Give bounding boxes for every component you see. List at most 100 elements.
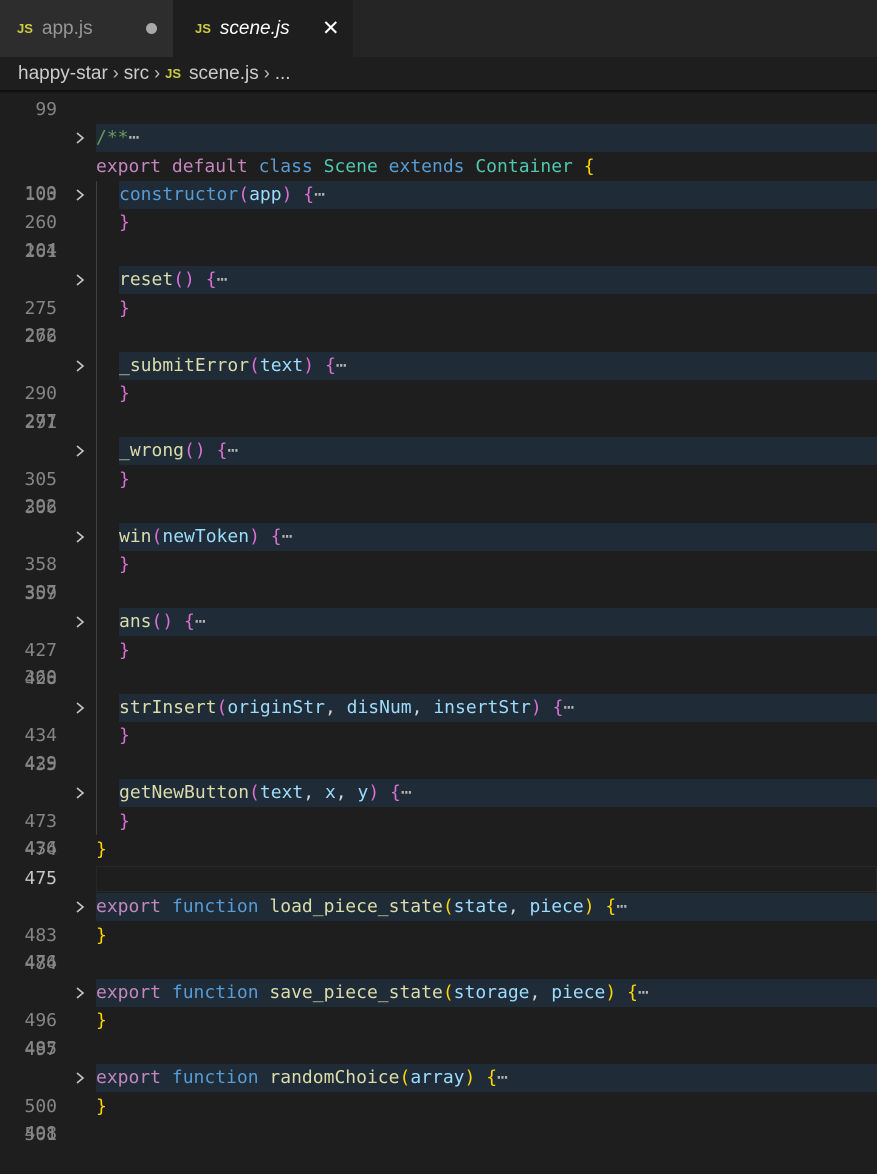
code-line: 483} <box>0 922 877 950</box>
breadcrumb-folder-happy-star[interactable]: happy-star <box>18 63 108 85</box>
function-name-token: randomChoice <box>269 1067 400 1088</box>
code-line: 292 _wrong() {⋯ <box>0 437 877 517</box>
fold-ellipsis-icon[interactable]: ⋯ <box>616 896 627 917</box>
fold-chevron-icon[interactable] <box>72 352 88 380</box>
breadcrumb-symbol-ellipsis[interactable]: ... <box>275 63 291 85</box>
brace-token: { <box>270 526 282 547</box>
brace-token: { <box>390 782 401 803</box>
paren-token: ) <box>194 440 206 461</box>
line-number: 483 <box>24 925 57 946</box>
method-name-token: _wrong <box>119 440 185 461</box>
code-line: 358} <box>0 551 877 579</box>
code-line: 473} <box>0 808 877 836</box>
code-line: 276 <box>0 323 877 351</box>
paren-token: ( <box>173 269 185 290</box>
unsaved-dot-icon[interactable] <box>146 23 157 34</box>
code-line: 428 <box>0 665 877 693</box>
fold-chevron-icon[interactable] <box>72 437 88 465</box>
fold-ellipsis-icon[interactable]: ⋯ <box>129 127 140 148</box>
line-number: 427 <box>24 640 57 661</box>
code-line: 436 getNewButton(text, x, y) {⋯ <box>0 779 877 859</box>
folded-region-highlight <box>119 266 877 294</box>
code-line: 496} <box>0 1007 877 1035</box>
fold-chevron-icon[interactable] <box>72 1064 88 1092</box>
keyword-token: export <box>96 1067 162 1088</box>
chevron-right-icon: › <box>263 63 270 83</box>
punctuation-token: , <box>411 697 423 718</box>
brace-token: } <box>96 925 107 946</box>
paren-token: ( <box>442 896 454 917</box>
method-name-token: strInsert <box>119 697 217 718</box>
paren-token: ) <box>368 782 380 803</box>
code-line: 485 export function save_piece_state(sto… <box>0 979 877 1059</box>
method-name-token: win <box>119 526 152 547</box>
line-number: 497 <box>24 1039 57 1060</box>
function-name-token: save_piece_state <box>269 982 443 1003</box>
code-editor[interactable]: 99 100 /**⋯ 103 export default class Sce… <box>0 90 877 1174</box>
breadcrumb-file-scene-js[interactable]: scene.js <box>189 63 259 85</box>
brace-token: } <box>96 839 107 860</box>
brace-token: { <box>216 440 228 461</box>
fold-chevron-icon[interactable] <box>72 266 88 294</box>
code-line: 103 export default class Scene extends C… <box>0 153 877 205</box>
paren-token: ( <box>151 526 163 547</box>
brace-token: { <box>583 156 595 177</box>
brace-token: { <box>552 697 564 718</box>
code-line: 474} <box>0 836 877 864</box>
class-name-token: Scene <box>323 156 378 177</box>
brace-token: } <box>119 554 130 575</box>
brace-token: } <box>119 725 130 746</box>
parameter-token: piece <box>551 982 606 1003</box>
fold-ellipsis-icon[interactable]: ⋯ <box>217 269 228 290</box>
line-number: 359 <box>24 583 57 604</box>
fold-ellipsis-icon[interactable]: ⋯ <box>497 1067 508 1088</box>
code-line: 260} <box>0 209 877 237</box>
fold-chevron-icon[interactable] <box>72 181 88 209</box>
keyword-token: function <box>171 1067 259 1088</box>
fold-chevron-icon[interactable] <box>72 124 88 152</box>
fold-ellipsis-icon[interactable]: ⋯ <box>638 982 649 1003</box>
line-number: 473 <box>24 811 57 832</box>
line-number: 290 <box>24 383 57 404</box>
line-number: 275 <box>24 298 57 319</box>
code-line: 435 <box>0 751 877 779</box>
parameter-token: x <box>324 782 336 803</box>
parameter-token: originStr <box>227 697 325 718</box>
tab-bar: JS app.js JS scene.js ✕ <box>0 0 877 57</box>
breadcrumb-folder-src[interactable]: src <box>124 63 149 85</box>
fold-ellipsis-icon[interactable]: ⋯ <box>195 611 206 632</box>
line-number: 484 <box>24 953 57 974</box>
paren-token: ) <box>249 526 260 547</box>
code-line: 290} <box>0 380 877 408</box>
line-number: 261 <box>24 241 57 262</box>
method-name-token: ans <box>119 611 152 632</box>
close-tab-icon[interactable]: ✕ <box>322 16 340 40</box>
brace-token: } <box>119 811 130 832</box>
line-number: 501 <box>24 1124 57 1145</box>
fold-chevron-icon[interactable] <box>72 779 88 807</box>
fold-chevron-icon[interactable] <box>72 608 88 636</box>
brace-token: { <box>486 1067 498 1088</box>
line-number: 306 <box>24 497 57 518</box>
method-name-token: _submitError <box>119 355 250 376</box>
fold-ellipsis-icon[interactable]: ⋯ <box>282 526 293 547</box>
fold-chevron-icon[interactable] <box>72 979 88 1007</box>
scroll-shadow <box>0 90 877 94</box>
fold-chevron-icon[interactable] <box>72 523 88 551</box>
tab-app-js[interactable]: JS app.js <box>0 0 173 57</box>
parameter-token: array <box>410 1067 465 1088</box>
fold-ellipsis-icon[interactable]: ⋯ <box>401 782 412 803</box>
code-line: 275} <box>0 295 877 323</box>
fold-chevron-icon[interactable] <box>72 893 88 921</box>
fold-ellipsis-icon[interactable]: ⋯ <box>336 355 347 376</box>
fold-ellipsis-icon[interactable]: ⋯ <box>563 697 574 718</box>
fold-ellipsis-icon[interactable]: ⋯ <box>314 184 325 205</box>
javascript-file-icon: JS <box>17 21 33 36</box>
brace-token: { <box>205 269 217 290</box>
line-number: 276 <box>24 326 57 347</box>
fold-ellipsis-icon[interactable]: ⋯ <box>227 440 238 461</box>
punctuation-token: , <box>507 896 519 917</box>
fold-chevron-icon[interactable] <box>72 694 88 722</box>
parameter-token: text <box>259 355 304 376</box>
code-line: 100 /**⋯ <box>0 124 877 204</box>
